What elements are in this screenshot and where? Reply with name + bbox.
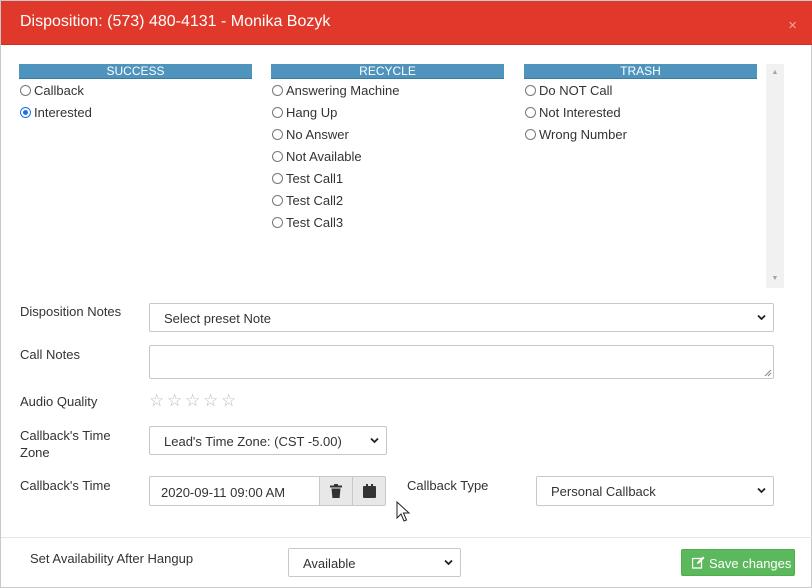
radio-button[interactable] xyxy=(272,129,283,140)
star-icon[interactable]: ☆ xyxy=(167,392,185,410)
disposition-column-success: SUCCESS Callback Interested xyxy=(19,64,252,123)
call-notes-textarea[interactable] xyxy=(149,345,774,379)
option-label[interactable]: Test Call3 xyxy=(286,215,343,230)
option-label[interactable]: Not Available xyxy=(286,149,362,164)
edit-icon xyxy=(692,556,705,569)
option-label[interactable]: Wrong Number xyxy=(539,127,627,142)
column-header-success: SUCCESS xyxy=(19,64,252,79)
callback-type-select[interactable]: Personal Callback xyxy=(536,476,774,506)
callback-time-value: 2020-09-11 09:00 AM xyxy=(161,485,286,500)
option-label[interactable]: Do NOT Call xyxy=(539,83,612,98)
star-icon[interactable]: ☆ xyxy=(221,392,239,410)
callback-type-label: Callback Type xyxy=(407,478,489,493)
audio-quality-rating[interactable]: ☆ ☆ ☆ ☆ ☆ xyxy=(149,392,239,410)
calendar-icon xyxy=(363,484,376,498)
option-label[interactable]: Hang Up xyxy=(286,105,337,120)
radio-button[interactable] xyxy=(272,85,283,96)
star-icon[interactable]: ☆ xyxy=(203,392,221,410)
option-label[interactable]: Interested xyxy=(34,105,92,120)
disposition-option[interactable]: Test Call3 xyxy=(271,211,504,233)
callback-timezone-label-line2: Zone xyxy=(20,445,50,460)
radio-button[interactable] xyxy=(272,151,283,162)
disposition-notes-label: Disposition Notes xyxy=(20,304,122,319)
disposition-option[interactable]: Answering Machine xyxy=(271,79,504,101)
callback-timezone-select[interactable]: Lead's Time Zone: (CST -5.00) xyxy=(149,426,387,455)
option-label[interactable]: Not Interested xyxy=(539,105,621,120)
radio-button[interactable] xyxy=(525,85,536,96)
scroll-up-arrow-icon[interactable]: ▲ xyxy=(766,66,784,80)
disposition-column-recycle: RECYCLE Answering Machine Hang Up No Ans… xyxy=(271,64,504,233)
disposition-notes-select[interactable]: Select preset Note xyxy=(149,303,774,332)
disposition-modal: Disposition: (573) 480-4131 - Monika Boz… xyxy=(0,0,812,588)
close-icon[interactable]: × xyxy=(788,18,797,33)
availability-select[interactable]: Available xyxy=(288,548,461,577)
option-label[interactable]: Callback xyxy=(34,83,84,98)
option-label[interactable]: Answering Machine xyxy=(286,83,399,98)
radio-button[interactable] xyxy=(272,195,283,206)
callback-time-label: Callback's Time xyxy=(20,478,111,493)
modal-title: Disposition: (573) 480-4131 - Monika Boz… xyxy=(20,13,331,30)
callback-timezone-label-line1: Callback's Time xyxy=(20,428,111,443)
radio-button[interactable] xyxy=(525,129,536,140)
chevron-down-icon xyxy=(370,437,379,444)
availability-value: Available xyxy=(303,556,356,571)
disposition-options-panel: SUCCESS Callback Interested RECYCLE Answ… xyxy=(19,63,784,289)
chevron-down-icon xyxy=(444,559,453,566)
availability-label: Set Availability After Hangup xyxy=(30,551,194,566)
save-changes-button[interactable]: Save changes xyxy=(681,549,795,576)
disposition-option[interactable]: Not Available xyxy=(271,145,504,167)
callback-type-value: Personal Callback xyxy=(551,484,656,499)
disposition-option[interactable]: Do NOT Call xyxy=(524,79,757,101)
resize-grip-icon[interactable] xyxy=(764,369,772,377)
radio-button[interactable] xyxy=(272,173,283,184)
call-notes-label: Call Notes xyxy=(20,347,80,362)
disposition-option[interactable]: Test Call2 xyxy=(271,189,504,211)
radio-button[interactable] xyxy=(20,85,31,96)
clear-date-button[interactable] xyxy=(319,476,353,506)
radio-button-selected[interactable] xyxy=(20,107,31,118)
star-icon[interactable]: ☆ xyxy=(185,392,203,410)
modal-header: Disposition: (573) 480-4131 - Monika Boz… xyxy=(1,1,812,45)
callback-timezone-value: Lead's Time Zone: (CST -5.00) xyxy=(164,434,342,449)
chevron-down-icon xyxy=(757,487,766,494)
disposition-option[interactable]: Hang Up xyxy=(271,101,504,123)
disposition-column-trash: TRASH Do NOT Call Not Interested Wrong N… xyxy=(524,64,757,145)
disposition-option[interactable]: Test Call1 xyxy=(271,167,504,189)
column-header-recycle: RECYCLE xyxy=(271,64,504,79)
radio-button[interactable] xyxy=(272,107,283,118)
radio-button[interactable] xyxy=(272,217,283,228)
disposition-notes-value: Select preset Note xyxy=(164,311,271,326)
mouse-pointer-icon xyxy=(396,501,410,522)
callback-timezone-label: Callback's Time Zone xyxy=(20,427,111,461)
open-calendar-button[interactable] xyxy=(352,476,386,506)
column-header-trash: TRASH xyxy=(524,64,757,79)
disposition-option[interactable]: No Answer xyxy=(271,123,504,145)
option-label[interactable]: No Answer xyxy=(286,127,349,142)
radio-button[interactable] xyxy=(525,107,536,118)
callback-time-input[interactable]: 2020-09-11 09:00 AM xyxy=(149,476,319,506)
audio-quality-label: Audio Quality xyxy=(20,394,98,409)
disposition-option[interactable]: Wrong Number xyxy=(524,123,757,145)
star-icon[interactable]: ☆ xyxy=(149,392,167,410)
disposition-option[interactable]: Not Interested xyxy=(524,101,757,123)
scroll-down-arrow-icon[interactable]: ▼ xyxy=(766,272,784,286)
chevron-down-icon xyxy=(757,314,766,321)
disposition-option[interactable]: Interested xyxy=(19,101,252,123)
options-scrollbar[interactable]: ▲ ▼ xyxy=(766,64,784,288)
option-label[interactable]: Test Call2 xyxy=(286,193,343,208)
trash-icon xyxy=(330,484,342,498)
disposition-option[interactable]: Callback xyxy=(19,79,252,101)
option-label[interactable]: Test Call1 xyxy=(286,171,343,186)
save-changes-label: Save changes xyxy=(709,556,792,571)
